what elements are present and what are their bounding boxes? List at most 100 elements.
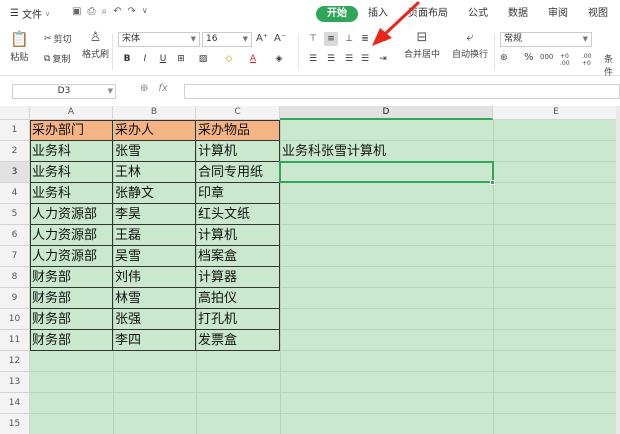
row-header-5[interactable]: 5 bbox=[0, 204, 30, 225]
redo-icon[interactable]: ↷ bbox=[127, 6, 135, 17]
cell-b3[interactable]: 王林 bbox=[113, 162, 196, 183]
file-menu[interactable]: ☰ 文件 ∨ bbox=[10, 6, 50, 21]
fill-handle[interactable] bbox=[490, 180, 495, 185]
cell-b2[interactable]: 张雪 bbox=[113, 141, 196, 162]
cell-a9[interactable]: 财务部 bbox=[30, 288, 113, 309]
row-header-7[interactable]: 7 bbox=[0, 246, 30, 267]
row-header-14[interactable]: 14 bbox=[0, 393, 30, 414]
border-icon[interactable]: ⊞ bbox=[174, 52, 188, 66]
align-top-icon[interactable]: ⊤ bbox=[306, 32, 320, 46]
row-header-10[interactable]: 10 bbox=[0, 309, 30, 330]
print-icon[interactable]: ⎙ bbox=[87, 6, 95, 17]
highlight-icon[interactable]: ◇ bbox=[222, 52, 236, 66]
cell-a2[interactable]: 业务科 bbox=[30, 141, 113, 162]
row-header-11[interactable]: 11 bbox=[0, 330, 30, 351]
cut-button[interactable]: ✂ 剪切 bbox=[44, 32, 72, 46]
format-painter-button[interactable]: ♙ 格式刷 bbox=[82, 30, 109, 60]
indent-icon[interactable]: ⇥ bbox=[376, 52, 390, 66]
tab-review[interactable]: 审阅 bbox=[538, 6, 578, 22]
cell-a10[interactable]: 财务部 bbox=[30, 309, 113, 330]
column-header-e[interactable]: E bbox=[493, 106, 620, 120]
decrease-decimal-button[interactable]: .00 +0 bbox=[582, 53, 598, 67]
decrease-font-button[interactable]: A⁻ bbox=[274, 33, 286, 44]
cell-b7[interactable]: 吴雪 bbox=[113, 246, 196, 267]
fill-color-icon[interactable]: ▨ bbox=[196, 52, 210, 66]
thousands-button[interactable]: 000 bbox=[540, 53, 553, 61]
increase-decimal-button[interactable]: +0 .00 bbox=[560, 53, 576, 67]
tab-data[interactable]: 数据 bbox=[498, 6, 538, 22]
cell-b5[interactable]: 李昊 bbox=[113, 204, 196, 225]
align-right-icon[interactable]: ☰ bbox=[342, 52, 356, 66]
select-all-corner[interactable] bbox=[0, 106, 30, 120]
tab-page-layout[interactable]: 页面布局 bbox=[398, 6, 458, 22]
cell-b9[interactable]: 林雪 bbox=[113, 288, 196, 309]
row-header-9[interactable]: 9 bbox=[0, 288, 30, 309]
cell-b11[interactable]: 李四 bbox=[113, 330, 196, 351]
column-header-a[interactable]: A bbox=[30, 106, 113, 120]
number-format-select[interactable]: 常规 ▼ bbox=[500, 32, 592, 47]
customize-icon[interactable]: ∨ bbox=[142, 6, 148, 17]
column-header-b[interactable]: B bbox=[113, 106, 196, 120]
cell-c2[interactable]: 计算机 bbox=[196, 141, 280, 162]
align-middle-icon[interactable]: ≡ bbox=[324, 32, 338, 46]
cell-a11[interactable]: 财务部 bbox=[30, 330, 113, 351]
row-header-4[interactable]: 4 bbox=[0, 183, 30, 204]
eraser-icon[interactable]: ◈ bbox=[272, 52, 286, 66]
tab-formulas[interactable]: 公式 bbox=[458, 6, 498, 22]
increase-font-button[interactable]: A⁺ bbox=[256, 33, 268, 44]
cell-c6[interactable]: 计算机 bbox=[196, 225, 280, 246]
fx-icon[interactable]: fx bbox=[158, 83, 167, 94]
undo-icon[interactable]: ↶ bbox=[113, 6, 121, 17]
cell-a7[interactable]: 人力资源部 bbox=[30, 246, 113, 267]
orientation-icon[interactable]: ⊏ bbox=[376, 32, 390, 46]
row-header-12[interactable]: 12 bbox=[0, 351, 30, 372]
paste-button[interactable]: 📋 粘贴 bbox=[10, 30, 29, 63]
cell-a4[interactable]: 业务科 bbox=[30, 183, 113, 204]
cell-c3[interactable]: 合同专用纸 bbox=[196, 162, 280, 183]
cell-c4[interactable]: 印章 bbox=[196, 183, 280, 204]
tab-insert[interactable]: 插入 bbox=[358, 6, 398, 22]
cell-a6[interactable]: 人力资源部 bbox=[30, 225, 113, 246]
align-bottom-icon[interactable]: ⊥ bbox=[342, 32, 356, 46]
cell-c10[interactable]: 打孔机 bbox=[196, 309, 280, 330]
currency-button[interactable]: ⊛ bbox=[500, 53, 508, 63]
align-left-icon[interactable]: ☰ bbox=[306, 52, 320, 66]
cell-d2[interactable]: 业务科张雪计算机 bbox=[280, 141, 493, 162]
conditional-format-button[interactable]: 条件 bbox=[604, 52, 620, 78]
cell-c7[interactable]: 档案盒 bbox=[196, 246, 280, 267]
align-center-icon[interactable]: ☰ bbox=[324, 52, 338, 66]
row-header-8[interactable]: 8 bbox=[0, 267, 30, 288]
cell-a8[interactable]: 财务部 bbox=[30, 267, 113, 288]
cell-c8[interactable]: 计算器 bbox=[196, 267, 280, 288]
vertical-scrollbar[interactable] bbox=[616, 106, 620, 434]
row-header-15[interactable]: 15 bbox=[0, 414, 30, 434]
underline-button[interactable]: U bbox=[156, 52, 170, 66]
active-cell-d3[interactable] bbox=[279, 161, 494, 183]
name-box[interactable]: D3 ▼ bbox=[12, 84, 116, 99]
font-name-select[interactable]: 宋体 ▼ bbox=[118, 32, 200, 47]
formula-input[interactable] bbox=[184, 84, 620, 99]
row-header-3[interactable]: 3 bbox=[0, 162, 30, 183]
justify-icon[interactable]: ≣ bbox=[358, 32, 372, 46]
zoom-icon[interactable]: ⊕ bbox=[140, 83, 148, 94]
print-preview-icon[interactable]: ⌕ bbox=[101, 6, 107, 17]
column-header-d[interactable]: D bbox=[280, 106, 493, 120]
cell-c11[interactable]: 发票盒 bbox=[196, 330, 280, 351]
italic-button[interactable]: I bbox=[138, 52, 152, 66]
cell-b10[interactable]: 张强 bbox=[113, 309, 196, 330]
cell-a5[interactable]: 人力资源部 bbox=[30, 204, 113, 225]
cell-b6[interactable]: 王磊 bbox=[113, 225, 196, 246]
cell-b8[interactable]: 刘伟 bbox=[113, 267, 196, 288]
percent-button[interactable]: % bbox=[524, 52, 534, 63]
copy-button[interactable]: ⧉ 复制 bbox=[44, 52, 70, 66]
cell-b4[interactable]: 张静文 bbox=[113, 183, 196, 204]
wrap-text-button[interactable]: ⤶ 自动换行 bbox=[452, 30, 488, 60]
bold-button[interactable]: B bbox=[120, 52, 134, 66]
save-icon[interactable]: ▣ bbox=[72, 6, 81, 17]
row-header-6[interactable]: 6 bbox=[0, 225, 30, 246]
row-header-1[interactable]: 1 bbox=[0, 120, 30, 141]
font-size-select[interactable]: 16 ▼ bbox=[202, 32, 252, 47]
cell-c5[interactable]: 红头文纸 bbox=[196, 204, 280, 225]
tab-view[interactable]: 视图 bbox=[578, 6, 618, 22]
cell-c1[interactable]: 采办物品 bbox=[196, 120, 280, 141]
